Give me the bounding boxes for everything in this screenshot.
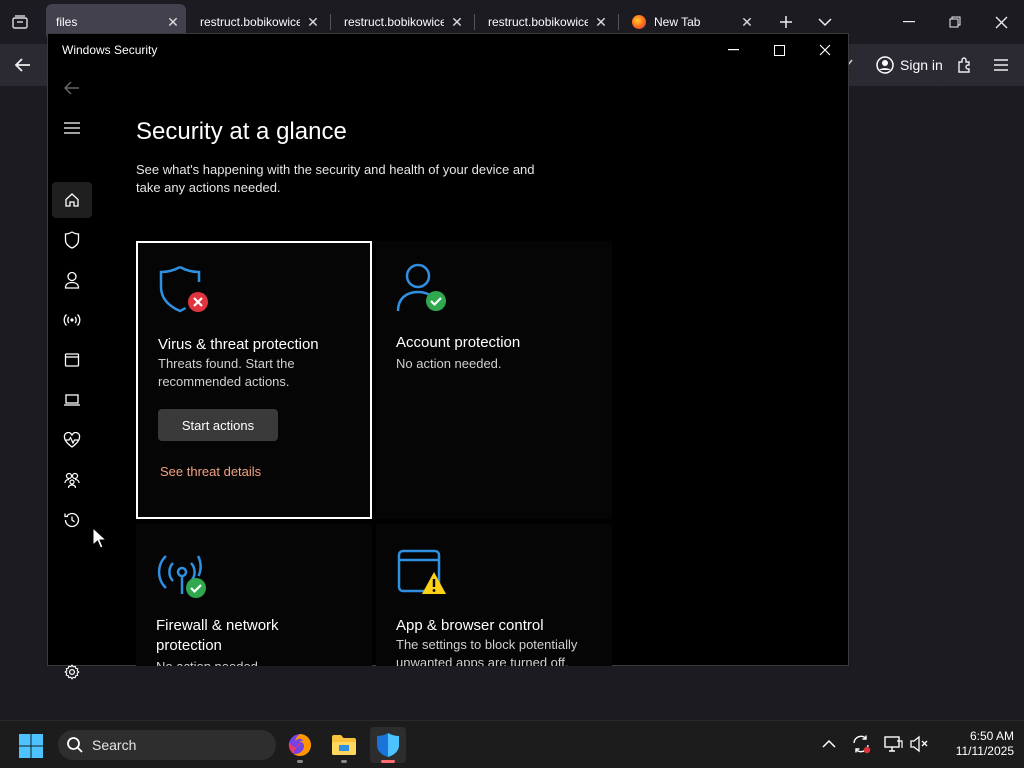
- card-virus-threat[interactable]: Virus & threat protection Threats found.…: [136, 241, 372, 519]
- ws-window-title: Windows Security: [62, 43, 158, 57]
- account-ok-icon: [396, 263, 446, 312]
- history-icon[interactable]: [52, 502, 92, 538]
- page-title: Security at a glance: [136, 118, 347, 145]
- family-icon[interactable]: [52, 462, 92, 498]
- tab-list-icon[interactable]: [8, 10, 32, 34]
- chevron-up-icon[interactable]: [818, 733, 840, 755]
- app-browser-icon[interactable]: [52, 342, 92, 378]
- card-account-protection[interactable]: Account protection No action needed.: [376, 241, 612, 519]
- minimize-icon[interactable]: [886, 4, 932, 40]
- tab-separator: [618, 14, 619, 30]
- taskbar: Search 6:50 AM 11/11/2025: [0, 720, 1024, 768]
- shield-error-icon: [159, 265, 208, 313]
- clock-time: 6:50 AM: [969, 729, 1014, 743]
- ws-maximize-icon[interactable]: [756, 34, 802, 66]
- wifi-signal-icon[interactable]: [52, 302, 92, 338]
- tab-label: files: [56, 15, 78, 29]
- taskbar-windows-security[interactable]: [370, 727, 406, 763]
- account-circle-icon: [876, 56, 894, 74]
- app-active-indicator: [381, 760, 395, 763]
- taskbar-firefox[interactable]: [282, 727, 318, 763]
- firefox-favicon-icon: [632, 15, 646, 29]
- tab-label: restruct.bobikowice.: [200, 15, 300, 29]
- shield-icon[interactable]: [52, 222, 92, 258]
- volume-muted-icon[interactable]: [908, 733, 930, 755]
- restore-icon[interactable]: [932, 4, 978, 40]
- sign-in-label: Sign in: [900, 57, 943, 73]
- tab-label: New Tab: [654, 15, 701, 29]
- card-desc: No action needed.: [156, 658, 356, 666]
- start-actions-button[interactable]: Start actions: [158, 409, 278, 441]
- search-placeholder: Search: [92, 737, 137, 753]
- close-icon[interactable]: ✕: [588, 9, 614, 35]
- windows-security-window: Windows Security Security at a glance Se…: [47, 33, 849, 680]
- settings-icon[interactable]: [52, 654, 92, 690]
- card-title: Virus & threat protection: [158, 336, 319, 353]
- close-icon[interactable]: ✕: [300, 9, 326, 35]
- app-running-indicator: [341, 760, 347, 763]
- sign-in-button[interactable]: Sign in: [868, 48, 944, 82]
- ws-minimize-icon[interactable]: [710, 34, 756, 66]
- mouse-cursor-icon: [92, 527, 106, 549]
- see-threat-details-link[interactable]: See threat details: [160, 464, 261, 479]
- folder-icon: [332, 735, 356, 755]
- card-app-browser-control[interactable]: App & browser control The settings to bl…: [376, 524, 612, 666]
- chevron-down-icon[interactable]: [811, 8, 839, 36]
- firefox-icon: [288, 734, 311, 757]
- close-icon[interactable]: ✕: [734, 9, 760, 35]
- sync-alert-icon[interactable]: [850, 733, 872, 755]
- search-icon: [67, 737, 83, 753]
- close-icon[interactable]: ✕: [160, 9, 186, 35]
- heart-pulse-icon[interactable]: [52, 422, 92, 458]
- account-icon[interactable]: [52, 262, 92, 298]
- clock-date: 11/11/2025: [955, 744, 1014, 758]
- windows-start-icon[interactable]: [18, 733, 44, 759]
- card-desc: Threats found. Start the recommended act…: [158, 356, 295, 389]
- card-title: Account protection: [396, 334, 521, 351]
- device-laptop-icon[interactable]: [52, 382, 92, 418]
- ws-close-icon[interactable]: [802, 34, 848, 66]
- card-desc: No action needed.: [396, 356, 502, 371]
- card-firewall-network[interactable]: Firewall & network protection No action …: [136, 524, 372, 666]
- close-window-icon[interactable]: [978, 4, 1024, 40]
- back-arrow-icon[interactable]: [10, 52, 36, 78]
- app-menu-icon[interactable]: [988, 52, 1014, 78]
- app-browser-warning-icon: [397, 549, 446, 594]
- home-icon[interactable]: [52, 182, 92, 218]
- card-title: App & browser control: [396, 617, 544, 634]
- close-icon[interactable]: ✕: [444, 9, 470, 35]
- taskbar-search-box[interactable]: Search: [58, 730, 276, 760]
- taskbar-clock[interactable]: 6:50 AM 11/11/2025: [930, 729, 1014, 759]
- page-subtitle: See what's happening with the security a…: [136, 162, 535, 195]
- windows-security-shield-icon: [377, 733, 399, 757]
- back-icon[interactable]: [52, 70, 92, 106]
- tab-separator: [330, 14, 331, 30]
- new-tab-plus-icon[interactable]: [772, 8, 800, 36]
- wifi-ok-icon: [157, 555, 206, 598]
- taskbar-file-explorer[interactable]: [326, 727, 362, 763]
- hamburger-icon[interactable]: [52, 110, 92, 146]
- app-running-indicator: [297, 760, 303, 763]
- tab-separator: [474, 14, 475, 30]
- tab-label: restruct.bobikowice.: [488, 15, 588, 29]
- extensions-puzzle-icon[interactable]: [952, 52, 978, 78]
- ws-titlebar[interactable]: Windows Security: [48, 34, 848, 66]
- ws-nav-rail: [48, 66, 98, 680]
- card-desc: The settings to block potentially unwant…: [396, 637, 578, 666]
- network-display-icon[interactable]: [882, 733, 904, 755]
- card-title: Firewall & network protection: [156, 617, 279, 654]
- tab-label: restruct.bobikowice.: [344, 15, 444, 29]
